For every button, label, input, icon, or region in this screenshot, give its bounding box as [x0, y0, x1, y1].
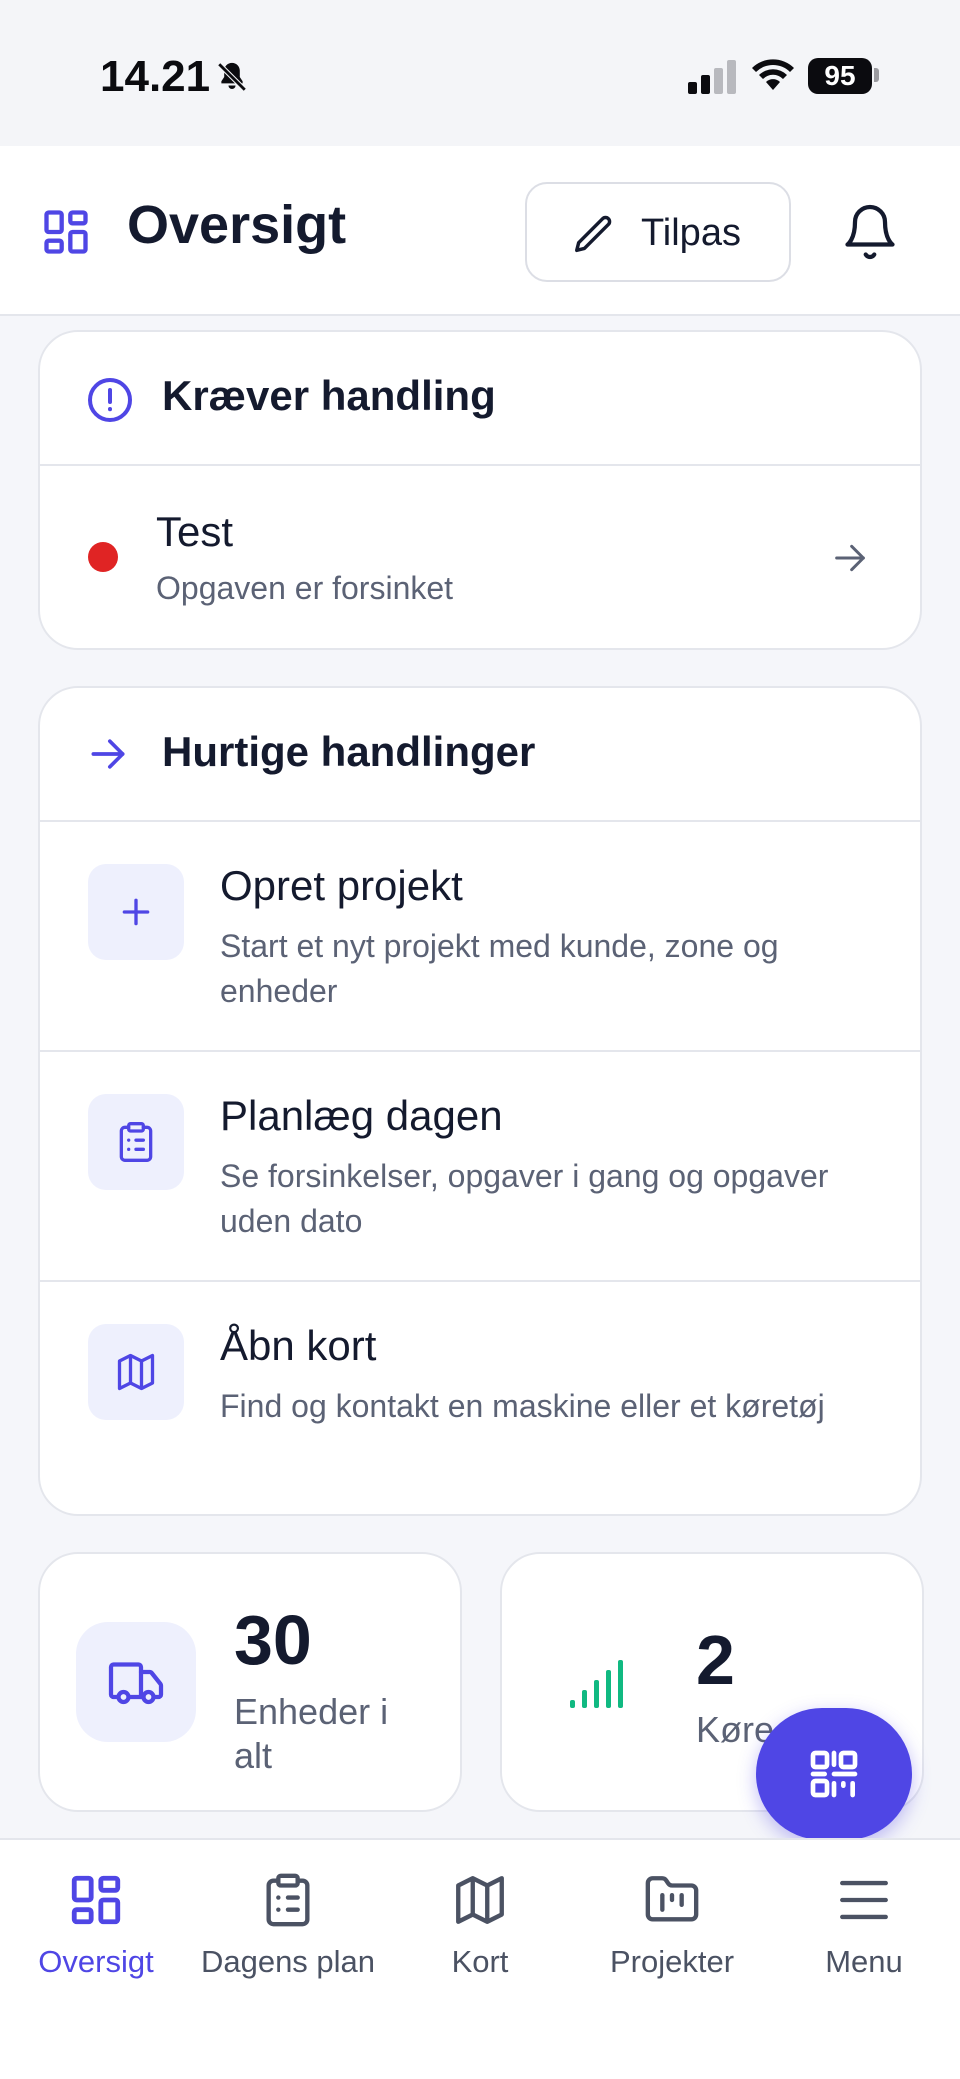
tab-label: Projekter [609, 1944, 735, 1979]
notifications-bell-icon[interactable] [840, 202, 900, 262]
pencil-icon [575, 215, 612, 253]
cellular-signal-icon [688, 60, 736, 94]
tab-kort[interactable]: Kort [384, 1868, 576, 1980]
tab-label: Dagens plan [200, 1944, 376, 1979]
card-header: Kræver handling [40, 332, 920, 466]
qr-code-icon [810, 1750, 858, 1798]
stat-value: 2 [696, 1621, 735, 1699]
alert-circle-icon [88, 378, 132, 422]
quick-action-subtitle: Start et nyt projekt med kunde, zone og … [220, 928, 779, 1009]
map-icon [117, 1353, 155, 1391]
icon-box [88, 1094, 184, 1190]
signal-bars-icon [570, 1660, 623, 1708]
clipboard-list-icon [266, 1873, 310, 1927]
tab-dagens-plan[interactable]: Dagens plan [192, 1868, 384, 1980]
icon-box [76, 1622, 196, 1742]
tab-menu[interactable]: Menu [768, 1868, 960, 1980]
status-dot [88, 542, 118, 572]
action-required-card: Kræver handling Test Opgaven er forsinke… [38, 330, 922, 650]
hamburger-menu-icon [840, 1880, 888, 1920]
page-header: Oversigt Tilpas [0, 146, 960, 316]
quick-action-title: Opret projekt [220, 862, 463, 909]
wifi-icon [752, 59, 794, 90]
quick-action-title: Åbn kort [220, 1322, 377, 1369]
dashboard-grid-icon [44, 210, 88, 254]
quick-action-title: Planlæg dagen [220, 1092, 503, 1139]
map-icon [456, 1876, 504, 1924]
quick-action-subtitle: Se forsinkelser, opgaver i gang og opgav… [220, 1158, 829, 1239]
arrow-right-icon [91, 739, 125, 769]
quick-actions-card: Hurtige handlinger Opret projekt Start e… [38, 686, 922, 1516]
customize-button-label: Tilpas [641, 212, 741, 254]
battery-indicator: 95 [808, 58, 872, 94]
bell-muted-icon [217, 62, 247, 92]
stat-label: Enheder i alt [234, 1691, 389, 1776]
tab-oversigt[interactable]: Oversigt [0, 1868, 192, 1980]
scan-qr-button[interactable] [756, 1708, 912, 1840]
icon-box [88, 1324, 184, 1420]
quick-action-create-project[interactable]: Opret projekt Start et nyt projekt med k… [40, 822, 920, 1052]
stat-card-units[interactable]: 30 Enheder i alt [38, 1552, 462, 1812]
page-title: Oversigt [127, 195, 347, 255]
bottom-tab-bar: Oversigt Dagens plan Kort Projekter Menu [0, 1838, 960, 2079]
plus-icon [122, 898, 150, 926]
card-title: Hurtige handlinger [162, 728, 536, 775]
arrow-right-icon [835, 544, 865, 572]
folder-kanban-icon [645, 1876, 699, 1922]
tab-label: Menu [825, 1944, 903, 1979]
card-header: Hurtige handlinger [40, 688, 920, 822]
action-required-item[interactable]: Test Opgaven er forsinket [40, 466, 920, 646]
stat-value: 30 [234, 1601, 312, 1679]
clipboard-list-icon [119, 1122, 153, 1162]
battery-tip [874, 68, 879, 82]
status-bar: 14.21 95 [0, 0, 960, 146]
tab-label: Kort [451, 1944, 509, 1979]
quick-action-open-map[interactable]: Åbn kort Find og kontakt en maskine elle… [40, 1282, 920, 1512]
card-title: Kræver handling [162, 372, 496, 419]
status-time: 14.21 [100, 52, 211, 101]
tab-label: Oversigt [38, 1944, 154, 1979]
tab-projekter[interactable]: Projekter [576, 1868, 768, 1980]
truck-icon [108, 1662, 164, 1705]
icon-box [88, 864, 184, 960]
dashboard-grid-icon [71, 1875, 121, 1925]
customize-button[interactable]: Tilpas [525, 182, 791, 282]
item-title: Test [156, 508, 234, 555]
quick-action-plan-day[interactable]: Planlæg dagen Se forsinkelser, opgaver i… [40, 1052, 920, 1282]
quick-action-subtitle: Find og kontakt en maskine eller et køre… [220, 1388, 825, 1424]
item-subtitle: Opgaven er forsinket [156, 570, 454, 606]
